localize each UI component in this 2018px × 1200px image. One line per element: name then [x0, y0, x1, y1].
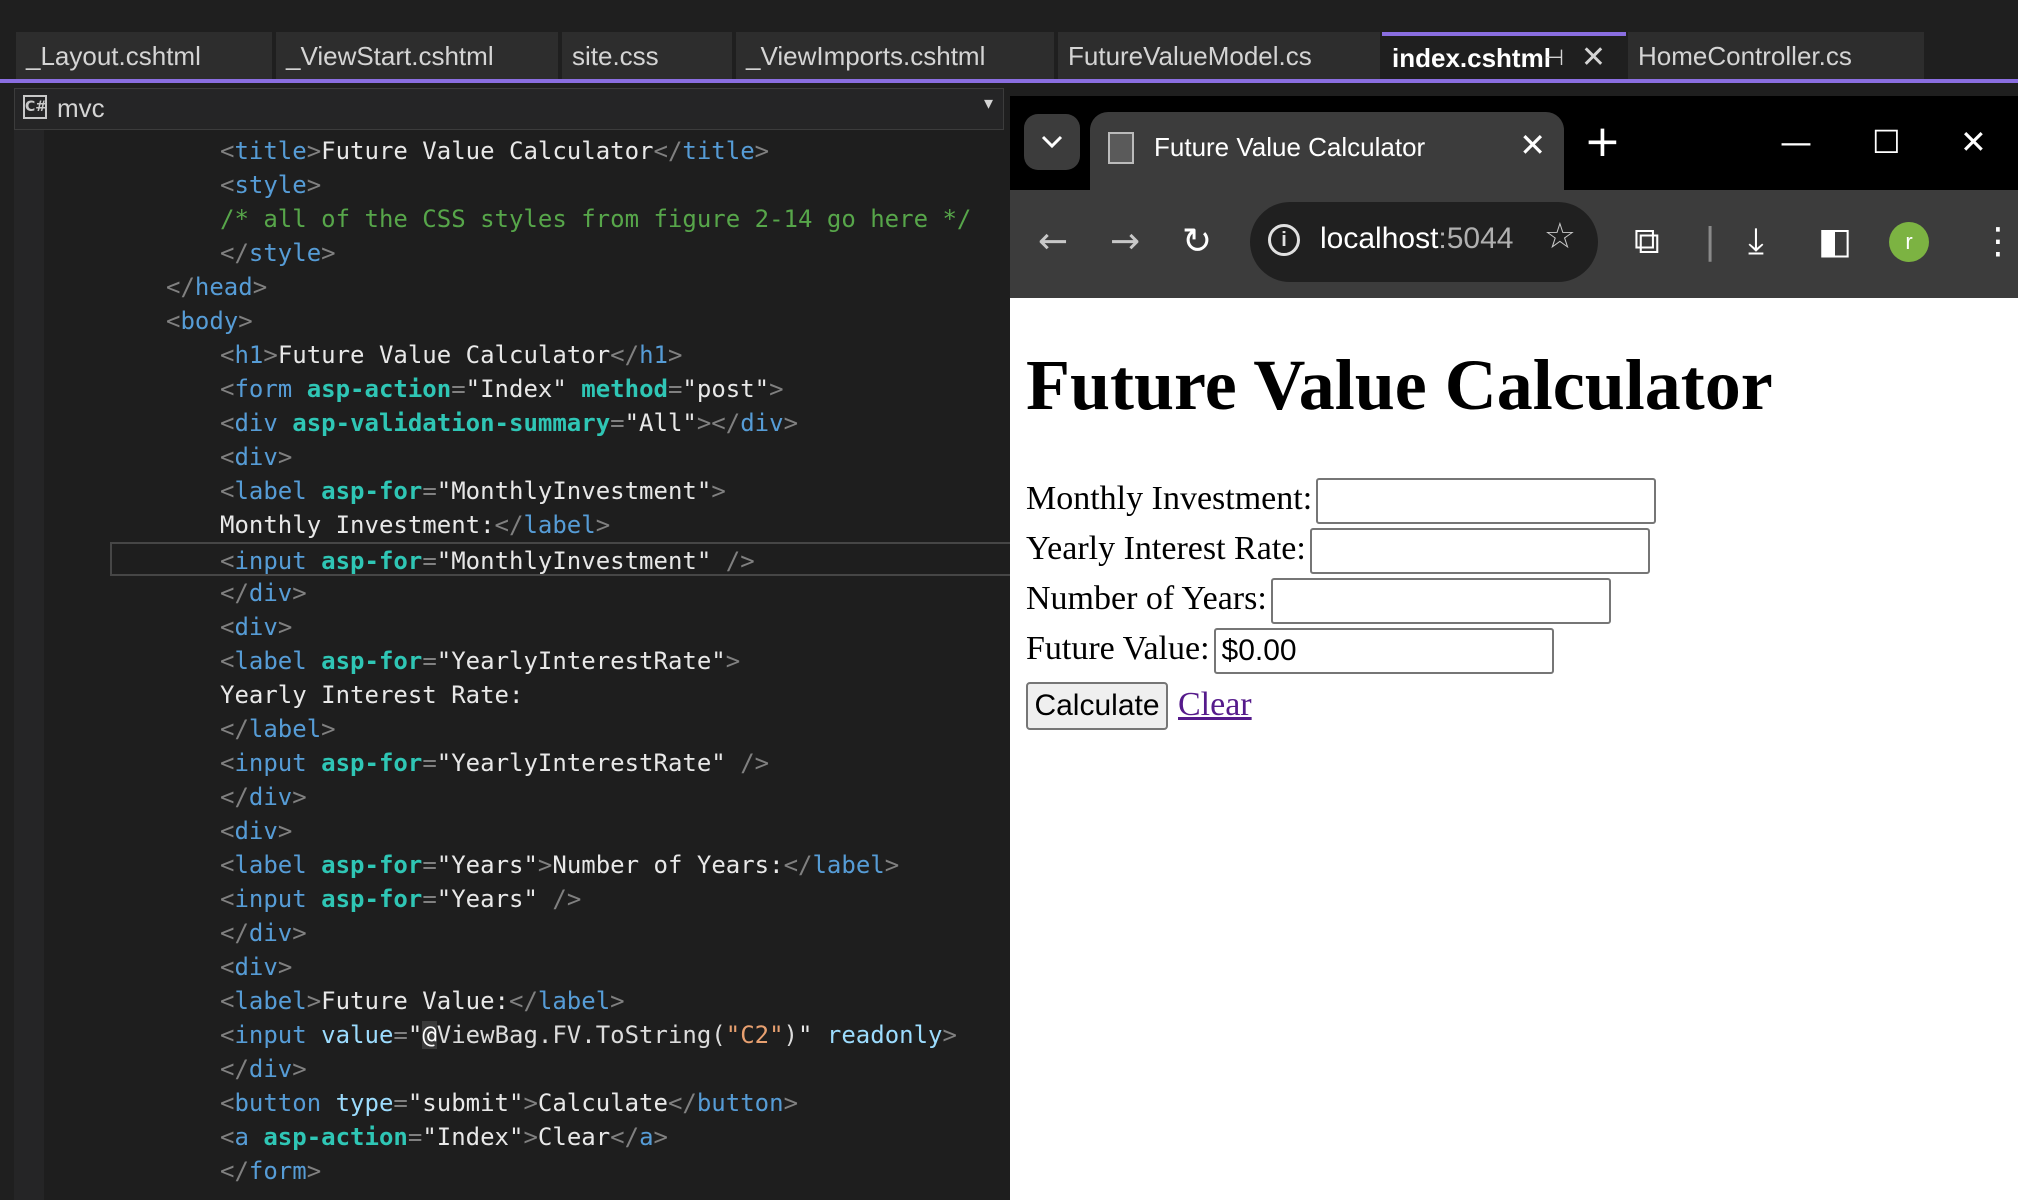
- code-line: <label>Future Value:</label>: [220, 987, 625, 1015]
- code-line: </div>: [220, 919, 307, 947]
- code-line: <label asp-for="MonthlyInvestment">: [220, 477, 726, 505]
- tab-label: _ViewImports.cshtml: [746, 41, 986, 71]
- new-tab-icon[interactable]: +: [1584, 114, 1621, 170]
- calculate-button[interactable]: Calculate: [1026, 682, 1168, 730]
- code-line: <button type="submit">Calculate</button>: [220, 1089, 799, 1117]
- yearly-interest-rate-label: Yearly Interest Rate:: [1026, 530, 1306, 567]
- address-url: localhost:5044: [1320, 222, 1513, 256]
- monthly-investment-input[interactable]: [1316, 478, 1657, 525]
- number-of-years-label: Number of Years:: [1026, 580, 1267, 617]
- code-line: /* all of the CSS styles from figure 2-1…: [220, 205, 972, 233]
- code-line: <div>: [220, 443, 293, 471]
- code-line: <div>: [220, 817, 293, 845]
- tab-viewimports-cshtml[interactable]: _ViewImports.cshtml: [736, 32, 1054, 80]
- code-editor[interactable]: <title>Future Value Calculator</title> <…: [44, 130, 1010, 1200]
- code-line: </style>: [220, 239, 336, 267]
- download-icon[interactable]: ⤓: [1748, 220, 1764, 264]
- browser-window: Future Value Calculator ✕ + — ☐ ✕ ← → ↻ …: [1010, 96, 2018, 1200]
- back-icon[interactable]: ←: [1038, 220, 1068, 264]
- editor-tab-bar: _Layout.cshtml _ViewStart.cshtml site.cs…: [0, 0, 2018, 83]
- forward-icon[interactable]: →: [1110, 220, 1140, 264]
- browser-tab-title: Future Value Calculator: [1154, 132, 1426, 162]
- editor-gutter: [14, 130, 44, 1200]
- code-line: </form>: [220, 1157, 322, 1185]
- extensions-icon[interactable]: ⧉: [1634, 220, 1660, 264]
- code-line: <div>: [220, 953, 293, 981]
- code-line: </div>: [220, 1055, 307, 1083]
- code-line: <input asp-for="Years" />: [220, 885, 582, 913]
- number-of-years-input[interactable]: [1270, 578, 1611, 625]
- browser-title-bar: Future Value Calculator ✕ + — ☐ ✕: [1010, 96, 2018, 190]
- chevron-down-icon: [1041, 135, 1063, 149]
- code-line: <div>: [220, 613, 293, 641]
- code-line: <h1>Future Value Calculator</h1>: [220, 341, 683, 369]
- code-line: </div>: [220, 783, 307, 811]
- yearly-interest-rate-row: Yearly Interest Rate:: [1026, 524, 1650, 575]
- future-value-output[interactable]: [1213, 628, 1554, 675]
- future-value-label: Future Value:: [1026, 630, 1210, 667]
- tab-search-button[interactable]: [1024, 114, 1080, 170]
- page-title: Future Value Calculator: [1026, 345, 1773, 425]
- tab-index-cshtml[interactable]: index.cshtml ⊣ ✕: [1382, 32, 1626, 80]
- url-host: localhost: [1320, 222, 1439, 255]
- close-tab-icon[interactable]: ✕: [1581, 36, 1606, 80]
- monthly-investment-row: Monthly Investment:: [1026, 474, 1657, 525]
- pin-icon[interactable]: ⊣: [1545, 36, 1564, 80]
- tab-homecontroller-cs[interactable]: HomeController.cs: [1628, 32, 1924, 80]
- tab-label: index.cshtml: [1392, 43, 1551, 73]
- profile-avatar[interactable]: r: [1889, 222, 1929, 262]
- chevron-down-icon[interactable]: ▾: [984, 93, 993, 114]
- address-bar[interactable]: i localhost:5044 ☆: [1250, 202, 1598, 282]
- code-line: Yearly Interest Rate:: [220, 681, 524, 709]
- tab-futurevaluemodel-cs[interactable]: FutureValueModel.cs: [1058, 32, 1380, 80]
- page-favicon-icon: [1108, 132, 1134, 164]
- tab-site-css[interactable]: site.css: [562, 32, 732, 80]
- page-content: Future Value Calculator Monthly Investme…: [1010, 298, 2018, 1200]
- tab-viewstart-cshtml[interactable]: _ViewStart.cshtml: [276, 32, 558, 80]
- tab-label: HomeController.cs: [1638, 41, 1852, 71]
- code-line: <label asp-for="YearlyInterestRate">: [220, 647, 741, 675]
- code-line: </label>: [220, 715, 336, 743]
- project-name: mvc: [57, 93, 105, 123]
- monthly-investment-label: Monthly Investment:: [1026, 480, 1313, 517]
- reload-icon[interactable]: ↻: [1182, 220, 1212, 264]
- code-line: <a asp-action="Index">Clear</a>: [220, 1123, 668, 1151]
- code-line: Monthly Investment:</label>: [220, 511, 611, 539]
- clear-link[interactable]: Clear: [1178, 680, 1252, 730]
- side-panel-icon[interactable]: ◧: [1818, 220, 1852, 264]
- tab-layout-cshtml[interactable]: _Layout.cshtml: [16, 32, 272, 80]
- minimize-icon[interactable]: —: [1780, 114, 1812, 170]
- tab-label: _ViewStart.cshtml: [286, 41, 494, 71]
- code-line: <input asp-for="YearlyInterestRate" />: [220, 749, 770, 777]
- close-icon[interactable]: ✕: [1519, 126, 1546, 164]
- browser-tab[interactable]: Future Value Calculator ✕: [1090, 112, 1564, 190]
- code-line: <style>: [220, 171, 322, 199]
- current-line-highlight: <input asp-for="MonthlyInvestment" />: [110, 542, 1010, 576]
- url-port: :5044: [1438, 222, 1514, 255]
- code-line: </div>: [220, 579, 307, 607]
- csharp-icon: C#: [23, 95, 47, 119]
- code-line: <input value="@ViewBag.FV.ToString("C2")…: [220, 1021, 957, 1049]
- code-line: <body>: [166, 307, 253, 335]
- code-line: </head>: [166, 273, 268, 301]
- code-line: <div asp-validation-summary="All"></div>: [220, 409, 799, 437]
- toolbar-divider: |: [1704, 221, 1717, 262]
- active-tab-underline: [0, 79, 2018, 83]
- maximize-icon[interactable]: ☐: [1872, 114, 1901, 170]
- number-of-years-row: Number of Years:: [1026, 574, 1611, 625]
- code-line: <form asp-action="Index" method="post">: [220, 375, 784, 403]
- menu-icon[interactable]: ⋮: [1980, 220, 2016, 264]
- tab-label: FutureValueModel.cs: [1068, 41, 1312, 71]
- site-info-icon[interactable]: i: [1268, 224, 1300, 256]
- future-value-row: Future Value:: [1026, 624, 1554, 675]
- tab-label: site.css: [572, 41, 659, 71]
- tab-label: _Layout.cshtml: [26, 41, 201, 71]
- code-line: <title>Future Value Calculator</title>: [220, 137, 770, 165]
- code-line: <label asp-for="Years">Number of Years:<…: [220, 851, 900, 879]
- close-window-icon[interactable]: ✕: [1960, 114, 1987, 170]
- yearly-interest-rate-input[interactable]: [1309, 528, 1650, 575]
- project-dropdown[interactable]: C# mvc ▾: [14, 88, 1004, 130]
- bookmark-star-icon[interactable]: ☆: [1544, 216, 1576, 257]
